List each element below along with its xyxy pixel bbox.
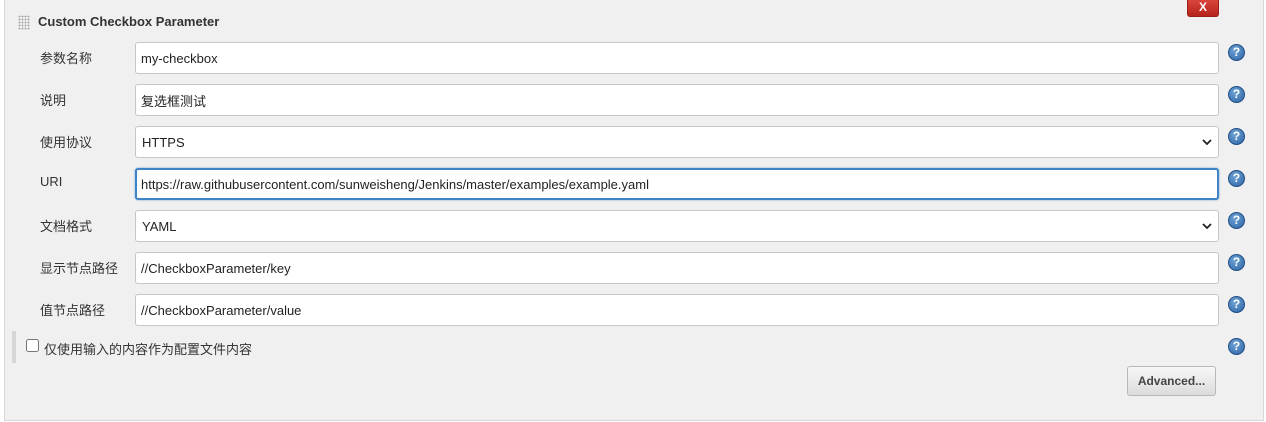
help-icon[interactable]: ? — [1228, 254, 1245, 271]
field-label-name: 参数名称 — [40, 51, 93, 66]
field-label-display-node-path: 显示节点路径 — [40, 261, 119, 276]
checkbox-row: 仅使用输入的内容作为配置文件内容 — [12, 331, 1242, 363]
use-input-content-label[interactable]: 仅使用输入的内容作为配置文件内容 — [44, 339, 252, 358]
help-icon[interactable]: ? — [1228, 128, 1245, 145]
delete-button[interactable]: X — [1187, 0, 1219, 17]
help-icon[interactable]: ? — [1228, 44, 1245, 61]
format-select[interactable]: YAML — [135, 210, 1219, 242]
value-node-path-input[interactable] — [135, 294, 1219, 326]
help-icon[interactable]: ? — [1228, 296, 1245, 313]
field-label-description: 说明 — [40, 93, 67, 108]
help-icon[interactable]: ? — [1228, 170, 1245, 187]
protocol-select-wrapper: HTTPS — [135, 126, 1219, 158]
field-row-value-node-path: 值节点路径 ? — [0, 294, 1266, 326]
field-row-display-node-path: 显示节点路径 ? — [0, 252, 1266, 284]
help-icon[interactable]: ? — [1228, 338, 1245, 355]
field-label-value-node-path: 值节点路径 — [40, 303, 106, 318]
description-input[interactable] — [135, 84, 1219, 116]
field-label-format: 文档格式 — [40, 219, 93, 234]
format-select-wrapper: YAML — [135, 210, 1219, 242]
drag-handle-icon[interactable] — [18, 15, 30, 30]
display-node-path-input[interactable] — [135, 252, 1219, 284]
protocol-select[interactable]: HTTPS — [135, 126, 1219, 158]
use-input-content-checkbox[interactable] — [26, 339, 39, 352]
field-row-protocol: 使用协议 HTTPS ? — [0, 126, 1266, 158]
uri-input[interactable] — [135, 168, 1219, 200]
help-icon[interactable]: ? — [1228, 86, 1245, 103]
checkbox-row-indicator — [12, 331, 16, 363]
field-label-uri: URI — [40, 174, 63, 189]
field-label-protocol: 使用协议 — [40, 135, 93, 150]
field-row-format: 文档格式 YAML ? — [0, 210, 1266, 242]
name-input[interactable] — [135, 42, 1219, 74]
field-row-uri: URI ? — [0, 168, 1266, 200]
section-title: Custom Checkbox Parameter — [38, 14, 220, 29]
help-icon[interactable]: ? — [1228, 212, 1245, 229]
field-row-name: 参数名称 ? — [0, 42, 1266, 74]
advanced-button[interactable]: Advanced... — [1127, 366, 1216, 396]
field-row-description: 说明 ? — [0, 84, 1266, 116]
